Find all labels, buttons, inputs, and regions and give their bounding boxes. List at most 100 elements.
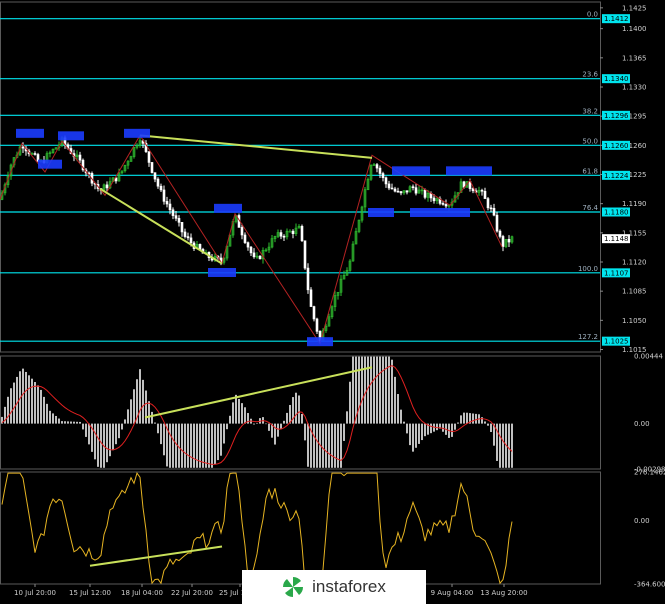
macd-bar bbox=[202, 423, 204, 468]
candle-body bbox=[432, 197, 436, 202]
fib-price-label: 1.1412 bbox=[604, 15, 629, 23]
candle-body bbox=[279, 232, 283, 237]
cci-y-tick-label: -364.6000 bbox=[634, 581, 665, 589]
macd-bar bbox=[412, 423, 414, 452]
candle-body bbox=[240, 227, 244, 236]
candle bbox=[288, 229, 292, 233]
instaforex-logo-icon bbox=[283, 577, 304, 597]
macd-bar bbox=[214, 423, 216, 465]
candle bbox=[300, 224, 304, 242]
candle bbox=[366, 177, 370, 191]
candle-body bbox=[183, 231, 187, 237]
candle bbox=[504, 238, 508, 249]
fib-ratio-label: 50.0 bbox=[582, 137, 598, 145]
macd-bar bbox=[79, 421, 81, 424]
macd-bar bbox=[43, 396, 45, 424]
cci-y-tick-label: 0.00 bbox=[634, 517, 650, 525]
candle bbox=[135, 143, 139, 150]
macd-bar bbox=[121, 423, 123, 430]
candle-body bbox=[393, 188, 397, 192]
macd-bar bbox=[379, 356, 381, 424]
candle-body bbox=[252, 252, 256, 258]
candle-body bbox=[249, 246, 253, 254]
macd-bar bbox=[256, 423, 258, 424]
macd-bar bbox=[304, 423, 306, 441]
macd-bar bbox=[85, 423, 87, 437]
macd-bar bbox=[238, 398, 240, 424]
candle-body bbox=[378, 167, 382, 174]
candle bbox=[78, 151, 82, 163]
macd-bar bbox=[340, 423, 342, 468]
candle-body bbox=[186, 236, 190, 239]
macd-bar bbox=[127, 409, 129, 424]
candle-body bbox=[306, 267, 310, 291]
candle-body bbox=[384, 177, 388, 185]
macd-bar bbox=[499, 423, 501, 468]
candle bbox=[255, 252, 259, 259]
y-tick-label: 1.1365 bbox=[622, 54, 647, 62]
candle-body bbox=[258, 255, 262, 260]
macd-bar bbox=[181, 423, 183, 468]
fib-price-label: 1.1260 bbox=[604, 142, 629, 150]
macd-bar bbox=[112, 423, 114, 451]
fib-price-label: 1.1025 bbox=[604, 338, 629, 346]
candle bbox=[495, 211, 499, 233]
macd-bar bbox=[268, 423, 270, 431]
candle bbox=[417, 186, 421, 194]
candle bbox=[51, 148, 55, 154]
x-tick-label: 22 Jul 20:00 bbox=[171, 589, 213, 597]
macd-bar bbox=[391, 359, 393, 424]
macd-bar bbox=[190, 423, 192, 468]
candle bbox=[339, 274, 343, 297]
macd-bar bbox=[460, 415, 462, 424]
macd-bar bbox=[175, 423, 177, 468]
candle bbox=[303, 240, 307, 270]
macd-bar bbox=[55, 415, 57, 424]
candle bbox=[150, 162, 154, 174]
macd-bar bbox=[211, 423, 213, 468]
candle-body bbox=[483, 190, 487, 199]
cci-line bbox=[1, 471, 513, 585]
candle bbox=[147, 151, 151, 167]
candle-body bbox=[507, 238, 511, 243]
x-tick-label: 15 Jul 12:00 bbox=[69, 589, 111, 597]
cci-divergence-line bbox=[89, 545, 223, 567]
highlight-box bbox=[16, 128, 44, 138]
macd-bar bbox=[415, 423, 417, 448]
highlight-box bbox=[38, 159, 62, 169]
macd-bar bbox=[52, 413, 54, 424]
x-tick-label: 9 Aug 04:00 bbox=[431, 589, 474, 597]
candle-body bbox=[423, 189, 427, 198]
macd-bar bbox=[241, 403, 243, 424]
candle-body bbox=[441, 203, 445, 205]
macd-bar bbox=[133, 389, 135, 424]
candle bbox=[396, 187, 400, 193]
candle bbox=[306, 263, 310, 294]
candle bbox=[330, 305, 334, 319]
candle-body bbox=[399, 191, 403, 194]
macd-bar bbox=[118, 423, 120, 439]
macd-bar bbox=[337, 423, 339, 468]
candle bbox=[369, 164, 373, 181]
candle bbox=[348, 259, 352, 272]
y-tick-label: 1.1085 bbox=[622, 288, 647, 296]
candle-body bbox=[180, 222, 184, 233]
candle-body bbox=[444, 204, 448, 207]
macd-bar bbox=[73, 421, 75, 424]
fib-price-label: 1.1224 bbox=[604, 172, 629, 180]
candle bbox=[264, 248, 268, 252]
candle bbox=[309, 287, 313, 307]
macd-bar bbox=[454, 423, 456, 430]
candle bbox=[129, 155, 133, 162]
candle-body bbox=[492, 208, 496, 216]
highlight-box bbox=[392, 166, 430, 176]
macd-bar bbox=[205, 423, 207, 468]
macd-bar bbox=[7, 396, 9, 424]
macd-bar bbox=[373, 356, 375, 424]
macd-bar bbox=[148, 401, 150, 424]
candle bbox=[387, 180, 391, 191]
candle bbox=[438, 196, 442, 206]
macd-bar bbox=[217, 423, 219, 461]
macd-bar bbox=[154, 422, 156, 424]
candle-body bbox=[480, 189, 484, 192]
